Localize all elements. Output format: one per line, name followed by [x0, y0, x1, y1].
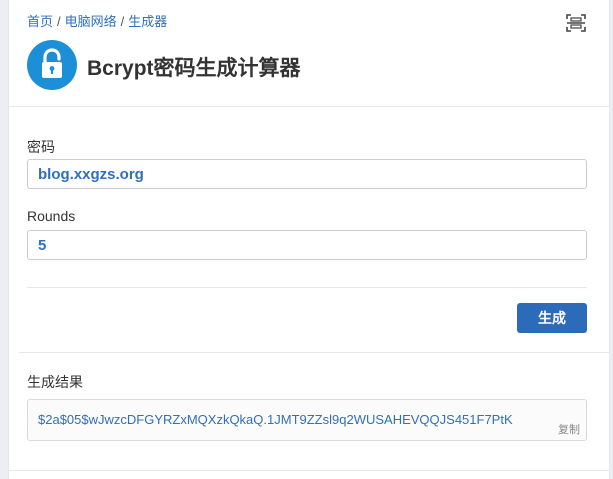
- breadcrumb-current[interactable]: 生成器: [128, 14, 167, 29]
- scan-icon[interactable]: [565, 12, 587, 34]
- breadcrumb-category[interactable]: 电脑网络: [65, 14, 117, 29]
- header-divider: [9, 106, 609, 107]
- breadcrumb-separator: /: [120, 14, 125, 29]
- result-box: $2a$05$wJwzcDFGYRZxMQXzkQkaQ.1JMT9ZZsl9q…: [27, 399, 587, 441]
- result-divider: [19, 352, 609, 353]
- breadcrumb-separator: /: [57, 14, 61, 29]
- result-hash[interactable]: $2a$05$wJwzcDFGYRZxMQXzkQkaQ.1JMT9ZZsl9q…: [38, 412, 513, 427]
- page-title: Bcrypt密码生成计算器: [87, 57, 301, 80]
- result-label: 生成结果: [27, 374, 83, 390]
- rounds-label: Rounds: [27, 208, 76, 224]
- generate-button[interactable]: 生成: [517, 303, 587, 333]
- copy-button[interactable]: 复制: [558, 421, 580, 437]
- tool-card: 首页/电脑网络/生成器 Bcrypt密码生成计算器 密码 Rounds 生成 生…: [8, 0, 610, 479]
- password-input[interactable]: [27, 159, 587, 189]
- password-label: 密码: [27, 139, 55, 155]
- form-divider: [27, 287, 587, 288]
- rounds-input[interactable]: [27, 230, 587, 260]
- breadcrumb: 首页 / 电脑网络 / 生成器: [27, 11, 167, 30]
- lock-icon: [27, 40, 77, 90]
- footer-divider: [9, 470, 609, 471]
- breadcrumb-home[interactable]: 首页: [27, 14, 53, 29]
